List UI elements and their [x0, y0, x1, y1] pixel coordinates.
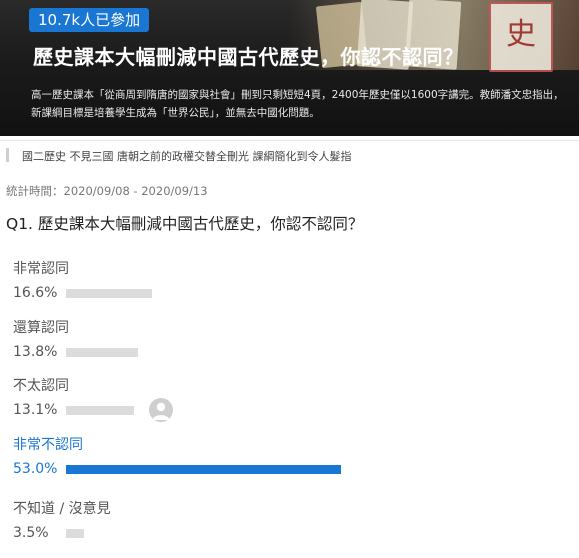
- option-percent: 53.0%: [13, 461, 58, 477]
- tags-marker: [6, 148, 9, 162]
- question-title: Q1. 歷史課本大幅刪減中國古代歷史，你認不認同？: [6, 215, 364, 233]
- poll-option[interactable]: 非常認同 16.6%: [0, 258, 579, 318]
- option-label: 非常認同: [13, 261, 69, 277]
- option-label: 不太認同: [13, 378, 69, 394]
- poll-option[interactable]: 非常不認同 53.0%: [0, 434, 579, 494]
- poll-option[interactable]: 還算認同 13.8%: [0, 317, 579, 377]
- option-percent: 13.1%: [13, 402, 58, 418]
- option-percent: 3.5%: [13, 525, 49, 541]
- poll-header-banner: 史 10.7k人已參加 歷史課本大幅刪減中國古代歷史，你認不認同？ 高一歷史課本…: [0, 0, 579, 136]
- option-result-bar: [66, 406, 134, 415]
- option-result-bar: [66, 465, 341, 474]
- participants-badge: 10.7k人已參加: [29, 8, 150, 32]
- option-label: 不知道 / 沒意見: [13, 501, 111, 517]
- option-result-bar: [66, 348, 138, 357]
- user-avatar-icon: [149, 398, 173, 422]
- poll-title: 歷史課本大幅刪減中國古代歷史，你認不認同？: [33, 45, 464, 69]
- option-result-bar: [66, 529, 84, 538]
- poll-option[interactable]: 不知道 / 沒意見 3.5%: [0, 498, 579, 558]
- option-percent: 13.8%: [13, 344, 58, 360]
- option-label: 還算認同: [13, 320, 69, 336]
- statistics-period: 統計時間：2020/09/08 - 2020/09/13: [6, 184, 208, 198]
- poll-option[interactable]: 不太認同 13.1%: [0, 375, 579, 435]
- related-tags-link[interactable]: 國二歷史 不見三國 唐朝之前的政權交替全刪光 課綱簡化到令人髮指: [22, 148, 352, 164]
- poll-description: 高一歷史課本「從商周到隋唐的國家與社會」刪到只剩短短4頁，2400年歷史僅以16…: [31, 89, 564, 119]
- option-percent: 16.6%: [13, 285, 58, 301]
- related-tags-bar: 國二歷史 不見三國 唐朝之前的政權交替全刪光 課綱簡化到令人髮指: [0, 140, 579, 169]
- option-result-bar: [66, 289, 152, 298]
- option-label: 非常不認同: [13, 437, 83, 453]
